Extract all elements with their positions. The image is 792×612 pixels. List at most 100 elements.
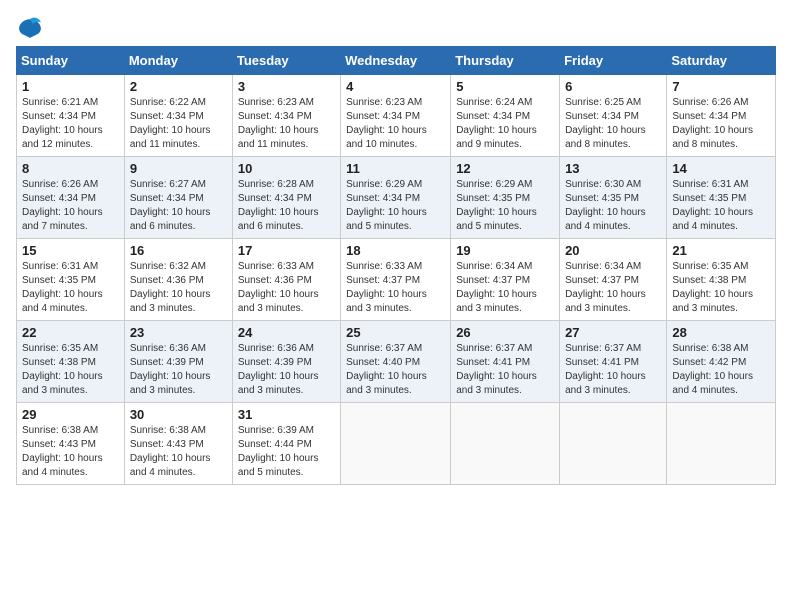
- calendar-cell: [341, 403, 451, 485]
- day-info: Daylight: 10 hours and 6 minutes.: [238, 206, 335, 234]
- day-info: Daylight: 10 hours and 5 minutes.: [346, 206, 445, 234]
- day-info: Sunset: 4:34 PM: [346, 110, 445, 124]
- day-info: Sunrise: 6:25 AM: [565, 96, 661, 110]
- day-info: Sunset: 4:35 PM: [565, 192, 661, 206]
- calendar-cell: 4Sunrise: 6:23 AMSunset: 4:34 PMDaylight…: [341, 75, 451, 157]
- day-info: Sunset: 4:34 PM: [672, 110, 770, 124]
- day-info: Sunrise: 6:30 AM: [565, 178, 661, 192]
- day-info: Sunset: 4:35 PM: [456, 192, 554, 206]
- calendar-header-monday: Monday: [124, 47, 232, 75]
- day-number: 2: [130, 79, 227, 94]
- day-info: Sunset: 4:37 PM: [565, 274, 661, 288]
- day-info: Sunset: 4:34 PM: [130, 192, 227, 206]
- day-info: Sunrise: 6:29 AM: [346, 178, 445, 192]
- day-info: Daylight: 10 hours and 3 minutes.: [672, 288, 770, 316]
- day-info: Daylight: 10 hours and 5 minutes.: [456, 206, 554, 234]
- day-number: 25: [346, 325, 445, 340]
- day-number: 29: [22, 407, 119, 422]
- day-info: Daylight: 10 hours and 4 minutes.: [22, 288, 119, 316]
- day-info: Daylight: 10 hours and 3 minutes.: [456, 370, 554, 398]
- calendar-cell: 19Sunrise: 6:34 AMSunset: 4:37 PMDayligh…: [451, 239, 560, 321]
- calendar-cell: 25Sunrise: 6:37 AMSunset: 4:40 PMDayligh…: [341, 321, 451, 403]
- calendar-cell: 21Sunrise: 6:35 AMSunset: 4:38 PMDayligh…: [667, 239, 776, 321]
- day-number: 14: [672, 161, 770, 176]
- calendar-cell: 24Sunrise: 6:36 AMSunset: 4:39 PMDayligh…: [232, 321, 340, 403]
- calendar-week-2: 8Sunrise: 6:26 AMSunset: 4:34 PMDaylight…: [17, 157, 776, 239]
- day-number: 30: [130, 407, 227, 422]
- day-info: Sunrise: 6:37 AM: [456, 342, 554, 356]
- day-info: Sunrise: 6:38 AM: [130, 424, 227, 438]
- page-header: [16, 16, 776, 38]
- day-number: 4: [346, 79, 445, 94]
- day-info: Sunset: 4:34 PM: [238, 110, 335, 124]
- logo-bird-icon: [16, 16, 44, 38]
- day-info: Sunset: 4:34 PM: [22, 192, 119, 206]
- calendar-cell: 30Sunrise: 6:38 AMSunset: 4:43 PMDayligh…: [124, 403, 232, 485]
- day-number: 8: [22, 161, 119, 176]
- day-info: Sunrise: 6:33 AM: [346, 260, 445, 274]
- calendar-cell: 10 Sunrise: 6:28 AMSunset: 4:34 PMDayligh…: [232, 157, 340, 239]
- calendar-cell: 2Sunrise: 6:22 AMSunset: 4:34 PMDaylight…: [124, 75, 232, 157]
- calendar-cell: [560, 403, 667, 485]
- day-info: Daylight: 10 hours and 3 minutes.: [130, 370, 227, 398]
- day-info: Sunset: 4:34 PM: [130, 110, 227, 124]
- calendar-cell: 7 Sunrise: 6:26 AMSunset: 4:34 PMDaylight…: [667, 75, 776, 157]
- day-number: 22: [22, 325, 119, 340]
- day-number: 27: [565, 325, 661, 340]
- day-number: 24: [238, 325, 335, 340]
- calendar-cell: 29Sunrise: 6:38 AMSunset: 4:43 PMDayligh…: [17, 403, 125, 485]
- day-info: Sunset: 4:34 PM: [456, 110, 554, 124]
- calendar-cell: 13Sunrise: 6:30 AMSunset: 4:35 PMDayligh…: [560, 157, 667, 239]
- day-number: 10: [238, 161, 335, 176]
- calendar-cell: 5Sunrise: 6:24 AMSunset: 4:34 PMDaylight…: [451, 75, 560, 157]
- day-info: Sunset: 4:34 PM: [346, 192, 445, 206]
- day-info: Daylight: 10 hours and 10 minutes.: [346, 124, 445, 152]
- day-number: 7: [672, 79, 770, 94]
- day-info: Sunset: 4:35 PM: [672, 192, 770, 206]
- calendar-header-wednesday: Wednesday: [341, 47, 451, 75]
- day-info: Sunset: 4:39 PM: [238, 356, 335, 370]
- day-info: Sunset: 4:42 PM: [672, 356, 770, 370]
- calendar-cell: 26Sunrise: 6:37 AMSunset: 4:41 PMDayligh…: [451, 321, 560, 403]
- day-info: Daylight: 10 hours and 8 minutes.: [672, 124, 770, 152]
- day-info: Sunrise: 6:34 AM: [456, 260, 554, 274]
- day-info: Daylight: 10 hours and 6 minutes.: [130, 206, 227, 234]
- calendar-cell: 22Sunrise: 6:35 AMSunset: 4:38 PMDayligh…: [17, 321, 125, 403]
- day-info: Daylight: 10 hours and 3 minutes.: [238, 370, 335, 398]
- day-info: Sunset: 4:36 PM: [130, 274, 227, 288]
- day-number: 15: [22, 243, 119, 258]
- day-info: Sunrise: 6:35 AM: [22, 342, 119, 356]
- day-info: Daylight: 10 hours and 3 minutes.: [346, 370, 445, 398]
- day-info: Sunrise: 6:34 AM: [565, 260, 661, 274]
- day-info: Sunrise: 6:38 AM: [672, 342, 770, 356]
- day-info: Sunset: 4:34 PM: [238, 192, 335, 206]
- day-info: Sunset: 4:38 PM: [672, 274, 770, 288]
- day-info: Sunset: 4:37 PM: [456, 274, 554, 288]
- day-info: Sunrise: 6:39 AM: [238, 424, 335, 438]
- day-info: Daylight: 10 hours and 3 minutes.: [565, 288, 661, 316]
- day-info: Sunrise: 6:37 AM: [565, 342, 661, 356]
- day-info: Daylight: 10 hours and 3 minutes.: [238, 288, 335, 316]
- day-number: 18: [346, 243, 445, 258]
- calendar-header-tuesday: Tuesday: [232, 47, 340, 75]
- day-info: Daylight: 10 hours and 8 minutes.: [565, 124, 661, 152]
- day-number: 28: [672, 325, 770, 340]
- day-info: Daylight: 10 hours and 3 minutes.: [22, 370, 119, 398]
- day-info: Daylight: 10 hours and 4 minutes.: [672, 206, 770, 234]
- day-info: Sunrise: 6:31 AM: [672, 178, 770, 192]
- day-info: Sunset: 4:34 PM: [22, 110, 119, 124]
- calendar-cell: 12Sunrise: 6:29 AMSunset: 4:35 PMDayligh…: [451, 157, 560, 239]
- calendar-cell: 20Sunrise: 6:34 AMSunset: 4:37 PMDayligh…: [560, 239, 667, 321]
- day-info: Sunrise: 6:28 AM: [238, 178, 335, 192]
- day-number: 13: [565, 161, 661, 176]
- calendar-header-saturday: Saturday: [667, 47, 776, 75]
- day-info: Sunrise: 6:26 AM: [672, 96, 770, 110]
- calendar-header-row: SundayMondayTuesdayWednesdayThursdayFrid…: [17, 47, 776, 75]
- day-number: 21: [672, 243, 770, 258]
- day-info: Daylight: 10 hours and 11 minutes.: [238, 124, 335, 152]
- calendar-cell: 17Sunrise: 6:33 AMSunset: 4:36 PMDayligh…: [232, 239, 340, 321]
- logo: [16, 16, 48, 38]
- day-info: Daylight: 10 hours and 4 minutes.: [672, 370, 770, 398]
- calendar-cell: 28 Sunrise: 6:38 AMSunset: 4:42 PMDayligh…: [667, 321, 776, 403]
- day-info: Sunrise: 6:33 AM: [238, 260, 335, 274]
